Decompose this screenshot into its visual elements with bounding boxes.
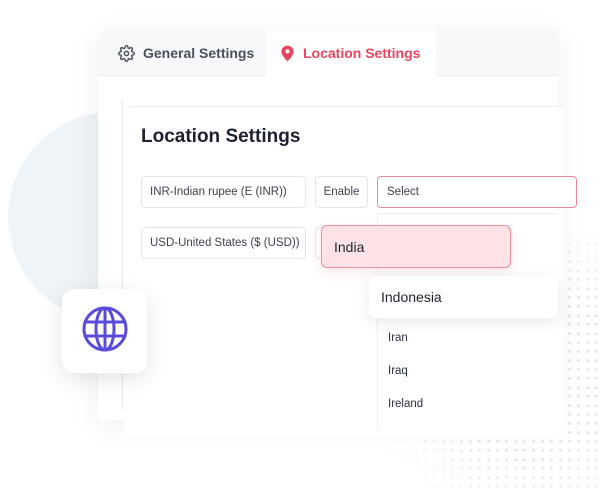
tab-location-settings[interactable]: Location Settings [266,30,436,76]
location-pin-icon [280,45,295,62]
currency-field-inr[interactable]: INR-Indian rupee (E (INR)) [141,176,306,208]
option-ireland[interactable]: Ireland [388,398,423,410]
panel-title: Location Settings [141,126,301,147]
option-iraq[interactable]: Iraq [388,365,408,377]
tab-bar: General Settings Location Settings [98,30,558,76]
globe-badge [62,289,147,373]
globe-icon [80,304,130,359]
gear-icon [118,44,135,62]
country-select[interactable]: Select [377,176,577,208]
currency-field-usd[interactable]: USD-United States ($ (USD)) [141,227,306,259]
option-iran[interactable]: Iran [388,332,408,344]
option-india-highlighted[interactable]: India [321,225,511,268]
option-indonesia[interactable]: Indonesia [369,276,558,318]
tab-general-label: General Settings [143,45,255,61]
tab-location-label: Location Settings [303,45,421,61]
tab-general-settings[interactable]: General Settings [118,30,254,76]
enable-button[interactable]: Enable [315,176,368,208]
